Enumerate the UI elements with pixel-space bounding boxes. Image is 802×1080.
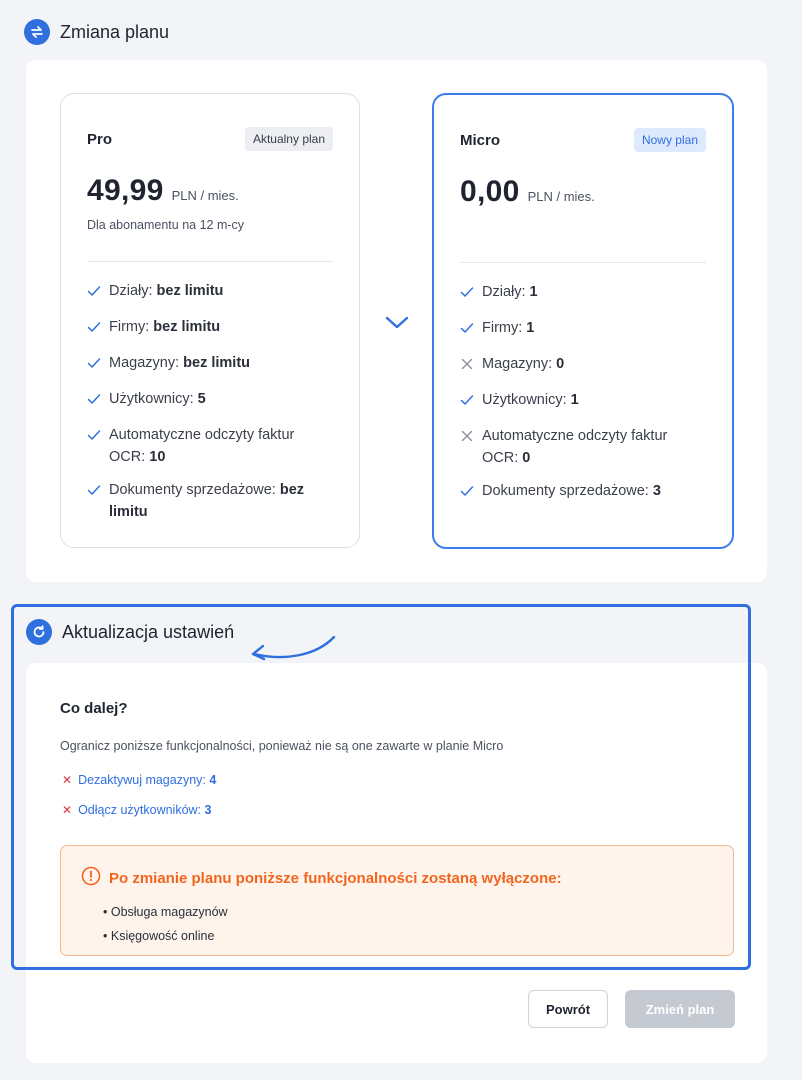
warning-item: • Obsługa magazynów xyxy=(103,905,228,919)
swap-icon xyxy=(24,19,50,45)
action-count: 4 xyxy=(209,773,217,787)
feature-label: Użytkownicy: xyxy=(482,392,567,408)
new-plan-card: Micro Nowy plan 0,00 PLN / mies. Działy:… xyxy=(432,93,734,549)
feature-value: 1 xyxy=(526,320,535,336)
feature-label: Użytkownicy: xyxy=(109,391,194,407)
check-icon xyxy=(87,482,109,504)
next-steps-description: Ogranicz poniższe funkcjonalności, ponie… xyxy=(60,739,504,753)
check-icon xyxy=(460,392,482,414)
feature-label: Firmy: xyxy=(482,320,523,336)
feature-list: Działy: 1 Firmy: 1 Magazyny: 0 Użytkownicy:… xyxy=(460,281,706,505)
divider xyxy=(87,261,333,262)
feature-label: Działy: xyxy=(482,284,526,300)
feature-list: Działy: bez limitu Firmy: bez limitu Magaz… xyxy=(87,280,333,523)
feature-item: Magazyny: 0 xyxy=(460,353,706,378)
plan-price: 0,00 xyxy=(460,175,520,208)
feature-label: Automatyczne odczyty faktur OCR: xyxy=(109,427,295,465)
change-plan-button[interactable]: Zmień plan xyxy=(625,990,735,1028)
next-steps: Co dalej? Ogranicz poniższe funkcjonalno… xyxy=(60,700,740,753)
warning-title: Po zmianie planu poniższe funkcjonalnośc… xyxy=(109,869,562,887)
feature-item: Magazyny: bez limitu xyxy=(87,352,333,377)
cross-icon xyxy=(460,428,482,450)
feature-item: Firmy: 1 xyxy=(460,317,706,342)
feature-label: Działy: xyxy=(109,283,153,299)
section-title: Zmiana planu xyxy=(60,21,170,42)
action-count: 3 xyxy=(204,803,212,817)
feature-value: 0 xyxy=(556,356,565,372)
feature-label: Firmy: xyxy=(109,319,150,335)
action-label: Odłącz użytkowników: xyxy=(78,803,202,817)
feature-value: 0 xyxy=(522,450,531,466)
check-icon xyxy=(87,355,109,377)
chevron-down-icon xyxy=(384,313,410,336)
feature-item: Firmy: bez limitu xyxy=(87,316,333,341)
warning-item: • Księgowość online xyxy=(103,929,215,943)
check-icon xyxy=(460,284,482,306)
plan-name: Micro xyxy=(460,131,501,149)
feature-value: 10 xyxy=(149,449,166,465)
disconnect-users-link[interactable]: ✕ Odłącz użytkowników: 3 xyxy=(62,803,211,817)
feature-value: bez limitu xyxy=(183,355,251,371)
price-unit: PLN / mies. xyxy=(171,188,239,203)
warning-box: Po zmianie planu poniższe funkcjonalnośc… xyxy=(60,845,734,956)
close-icon: ✕ xyxy=(62,803,73,817)
warning-icon xyxy=(81,866,101,890)
feature-label: Magazyny: xyxy=(482,356,553,372)
feature-value: 1 xyxy=(529,284,538,300)
check-icon xyxy=(87,319,109,341)
feature-label: Dokumenty sprzedażowe: xyxy=(109,482,276,498)
plan-name: Pro xyxy=(87,130,113,148)
back-button[interactable]: Powrót xyxy=(528,990,608,1028)
feature-value: 3 xyxy=(652,483,661,499)
feature-value: bez limitu xyxy=(156,283,224,299)
feature-item: Dokumenty sprzedażowe: 3 xyxy=(460,480,706,505)
feature-item: Automatyczne odczyty faktur OCR: 0 xyxy=(460,425,706,469)
feature-value: bez limitu xyxy=(153,319,221,335)
action-label: Dezaktywuj magazyny: xyxy=(78,773,206,787)
plan-subtext: Dla abonamentu na 12 m-cy xyxy=(87,218,245,232)
feature-label: Magazyny: xyxy=(109,355,180,371)
cross-icon xyxy=(460,356,482,378)
feature-item: Użytkownicy: 1 xyxy=(460,389,706,414)
feature-item: Automatyczne odczyty faktur OCR: 10 xyxy=(87,424,333,468)
feature-label: Dokumenty sprzedażowe: xyxy=(482,483,649,499)
close-icon: ✕ xyxy=(62,773,73,787)
check-icon xyxy=(460,320,482,342)
check-icon xyxy=(87,283,109,305)
feature-label: Automatyczne odczyty faktur OCR: xyxy=(482,428,668,466)
current-plan-card: Pro Aktualny plan 49,99 PLN / mies. Dla … xyxy=(60,93,360,548)
plan-subtext-empty xyxy=(460,219,706,237)
check-icon xyxy=(87,391,109,413)
current-plan-badge: Aktualny plan xyxy=(244,127,333,151)
feature-item: Działy: bez limitu xyxy=(87,280,333,305)
feature-item: Dokumenty sprzedażowe: bez limitu xyxy=(87,479,333,523)
change-plan-header: Zmiana planu xyxy=(24,19,169,45)
feature-item: Działy: 1 xyxy=(460,281,706,306)
next-steps-heading: Co dalej? xyxy=(60,700,128,717)
feature-value: 1 xyxy=(570,392,579,408)
check-icon xyxy=(87,427,109,449)
feature-item: Użytkownicy: 5 xyxy=(87,388,333,413)
divider xyxy=(460,262,706,263)
plan-price: 49,99 xyxy=(87,174,164,207)
check-icon xyxy=(460,483,482,505)
deactivate-warehouses-link[interactable]: ✕ Dezaktywuj magazyny: 4 xyxy=(62,773,216,787)
new-plan-badge: Nowy plan xyxy=(633,128,706,152)
price-unit: PLN / mies. xyxy=(527,189,595,204)
feature-value: 5 xyxy=(197,391,206,407)
